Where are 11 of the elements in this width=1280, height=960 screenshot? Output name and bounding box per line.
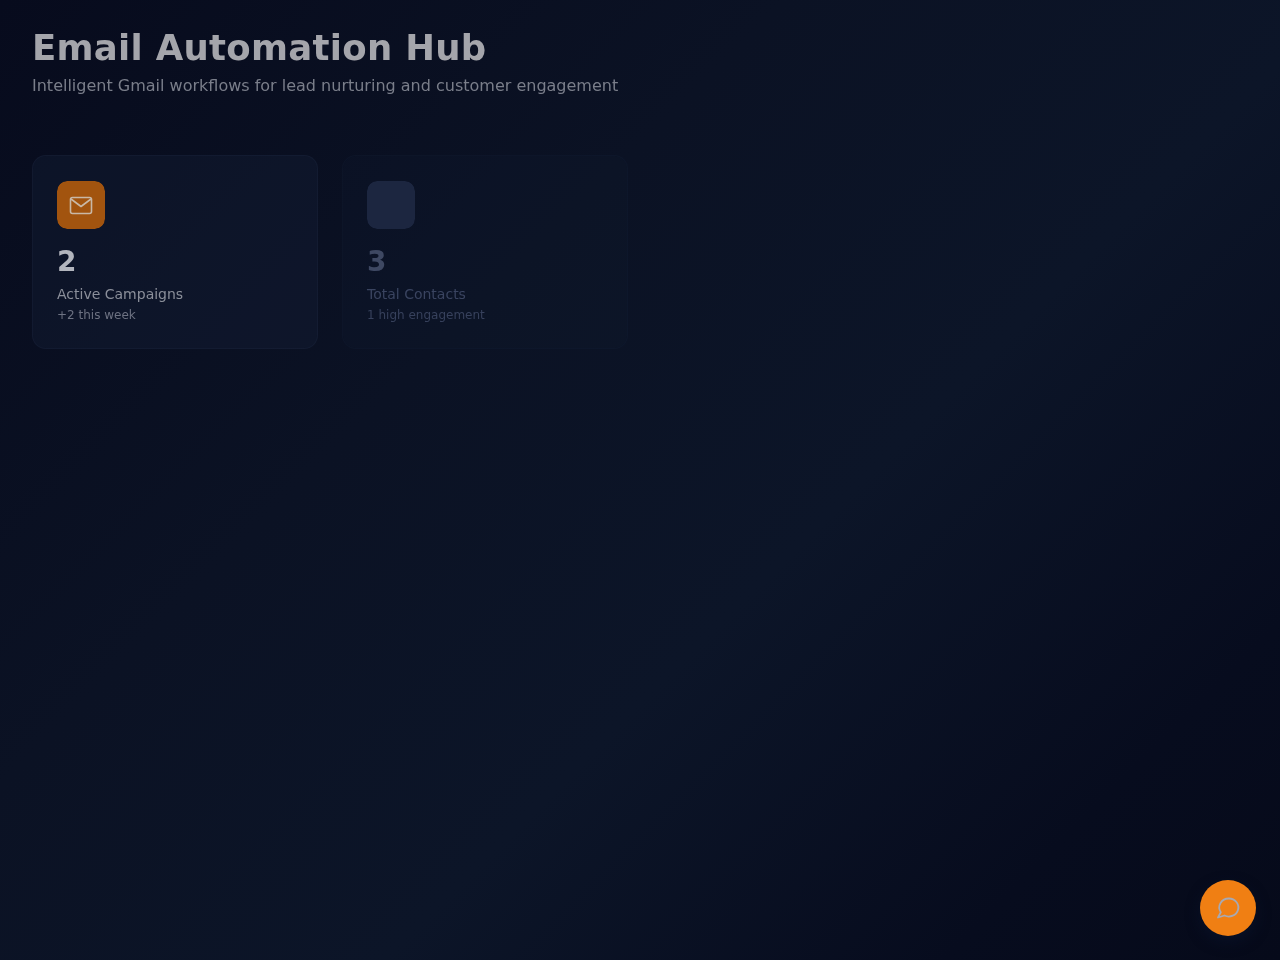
stat-value: 3 — [367, 245, 387, 279]
stat-value: 2 — [57, 245, 77, 279]
stat-label: Total Contacts — [367, 285, 466, 303]
stat-note: +2 this week — [57, 307, 136, 323]
page-title: Email Automation Hub — [32, 28, 487, 68]
page-subtitle: Intelligent Gmail workflows for lead nurturing and customer engagement — [32, 76, 619, 96]
chat-button[interactable] — [1200, 880, 1256, 936]
stat-label: Active Campaigns — [57, 285, 184, 303]
envelope-icon — [57, 181, 105, 229]
blank-tile-icon — [367, 181, 415, 229]
chat-bubble-icon — [1215, 896, 1241, 920]
